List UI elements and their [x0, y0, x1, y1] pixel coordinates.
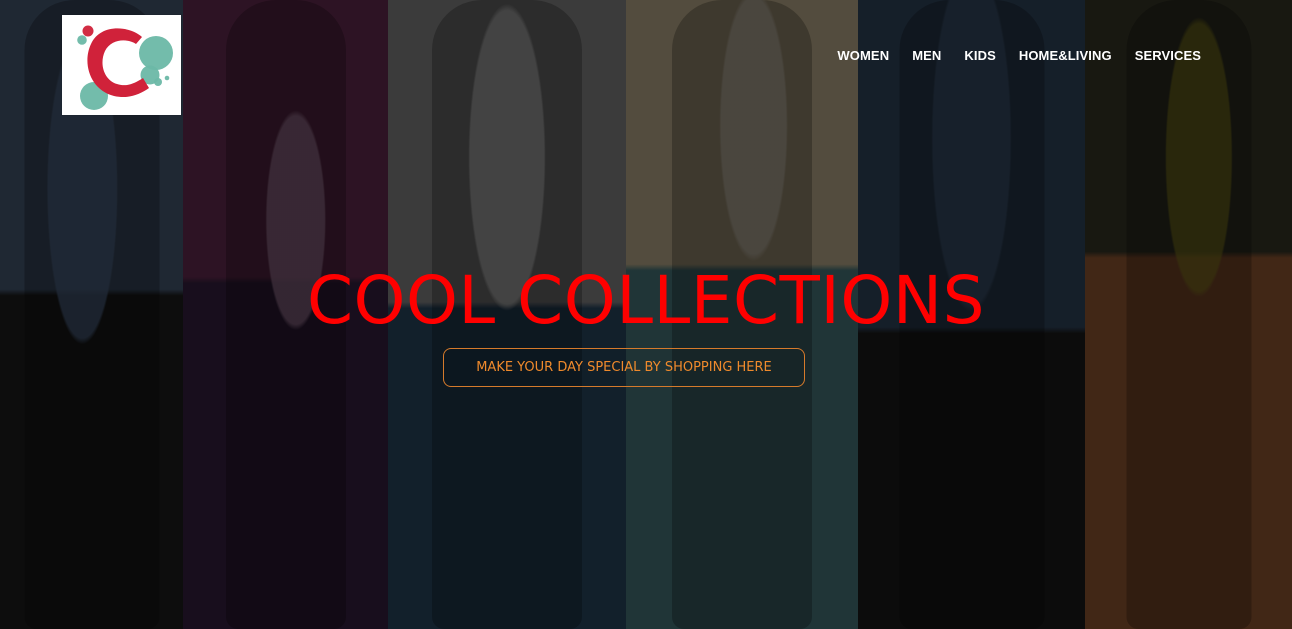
nav-item-men[interactable]: MEN [912, 48, 941, 64]
nav-item-kids[interactable]: KIDS [964, 48, 995, 64]
shop-cta-button[interactable]: MAKE YOUR DAY SPECIAL BY SHOPPING HERE [443, 348, 805, 387]
hero-section: WOMEN MEN KIDS HOME&LIVING SERVICES COOL… [0, 0, 1292, 629]
site-logo[interactable] [62, 15, 181, 115]
nav-item-women[interactable]: WOMEN [837, 48, 889, 64]
cool-collections-logo-icon [76, 25, 173, 110]
hero-title: COOL COLLECTIONS [306, 262, 986, 339]
nav-item-services[interactable]: SERVICES [1135, 48, 1201, 64]
main-navigation: WOMEN MEN KIDS HOME&LIVING SERVICES [837, 48, 1201, 64]
nav-item-home-living[interactable]: HOME&LIVING [1019, 48, 1112, 64]
